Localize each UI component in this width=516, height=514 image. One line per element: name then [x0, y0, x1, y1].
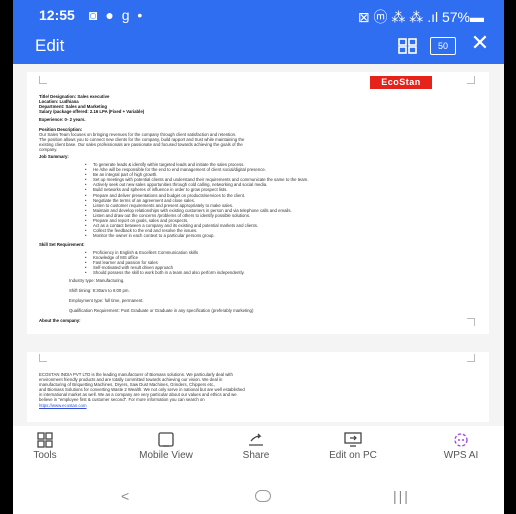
system-nav-bar: < |||	[13, 482, 504, 514]
industry-text: Industry type: Manufacturing.	[69, 278, 125, 283]
margin-mark	[39, 354, 47, 362]
ecostan-logo: EcoStan	[370, 76, 432, 89]
mobile-view-button[interactable]: Mobile View	[126, 432, 206, 461]
top-bar: 12:55 ◙ ● g • ⊠ ⓜ ⁂ ⁂ .ıl 57%▬ Edit 50 ✕	[13, 0, 504, 64]
back-icon[interactable]: <	[121, 488, 129, 504]
wps-ai-label: WPS AI	[443, 450, 479, 461]
status-notification-icons: ◙ ● g •	[89, 7, 145, 23]
wps-ai-button[interactable]: WPS AI	[421, 432, 501, 461]
grid-view-icon[interactable]	[397, 36, 419, 56]
margin-mark	[467, 318, 475, 326]
tools-button[interactable]: Tools	[13, 432, 85, 461]
pd-line: company.	[39, 147, 58, 153]
edit-on-pc-label: Edit on PC	[329, 450, 377, 461]
industry-type: Industry type: Manufacturing.	[69, 278, 124, 283]
document-page-2: ECOSTAN INDIA PVT LTD is the leading man…	[27, 352, 489, 422]
app-frame: 12:55 ◙ ● g • ⊠ ⓜ ⁂ ⁂ .ıl 57%▬ Edit 50 ✕	[13, 0, 504, 514]
job-header: Title/ Designation: Sales executive Loca…	[39, 94, 144, 114]
mobile-view-icon	[126, 432, 206, 450]
summary-list: To generate leads & identify within targ…	[85, 162, 308, 239]
qualification: Qualification Requirement: Post Graduate…	[69, 308, 253, 313]
tools-icon	[13, 432, 85, 450]
summary-heading: Job Summary:	[39, 154, 69, 159]
employment-text: Employment type: full time, permanent.	[69, 298, 144, 303]
about-link[interactable]: https://www.ecostan.com	[39, 403, 245, 408]
skill-heading: Skill Set Requirement:	[39, 242, 85, 247]
edit-on-pc-icon	[313, 432, 393, 450]
job-experience: Experience: 0- 2 years.	[39, 117, 86, 122]
title-bar: Edit 50 ✕	[13, 30, 504, 64]
share-button[interactable]: Share	[216, 432, 296, 461]
status-bar: 12:55 ◙ ● g • ⊠ ⓜ ⁂ ⁂ .ıl 57%▬	[13, 0, 504, 30]
shift-timing: Shift timing: 9:30am to 6:00 pm.	[69, 288, 130, 293]
qualification-text: Qualification Requirement: Post Graduate…	[69, 308, 254, 313]
position-description: Position Description: Our Sales Team foc…	[39, 127, 244, 152]
page-count-button[interactable]: 50	[430, 37, 456, 55]
about-heading: About the company:	[39, 318, 81, 323]
grid-view-svg	[398, 38, 417, 54]
job-salary: Salary /package offered: 2.16 LPA (Fixed…	[39, 109, 145, 115]
tools-label: Tools	[33, 450, 57, 461]
summary-item: Monitor the owner in each context to a p…	[85, 233, 308, 238]
status-time: 12:55	[39, 7, 75, 23]
home-icon[interactable]	[255, 490, 271, 502]
recent-apps-icon[interactable]: |||	[393, 488, 410, 504]
mobile-view-label: Mobile View	[139, 450, 193, 461]
margin-mark	[467, 354, 475, 362]
share-icon	[216, 432, 296, 450]
margin-mark	[467, 76, 475, 84]
wps-ai-icon	[421, 432, 501, 450]
share-label: Share	[242, 450, 270, 461]
status-right-icons: ⊠ ⓜ ⁂ ⁂ .ıl 57%▬	[357, 9, 484, 25]
document-page-1: EcoStan Title/ Designation: Sales execut…	[27, 72, 489, 334]
shift-text: Shift timing: 9:30am to 6:00 pm.	[69, 288, 130, 293]
about-company: ECOSTAN INDIA PVT LTD is the leading man…	[39, 372, 245, 408]
skill-list: Proficiency in English & Excellent Commu…	[85, 250, 245, 276]
close-icon[interactable]: ✕	[469, 30, 491, 55]
bottom-toolbar: Tools Mobile View Share Edit on PC WPS A…	[13, 430, 504, 480]
pd-line: existing client base. Our sales professi…	[39, 142, 243, 148]
document-view[interactable]: EcoStan Title/ Designation: Sales execut…	[13, 64, 504, 426]
margin-mark	[39, 76, 47, 84]
edit-on-pc-button[interactable]: Edit on PC	[313, 432, 393, 461]
skill-item: Should possess the skill to work both in…	[85, 270, 245, 275]
employment-type: Employment type: full time, permanent.	[69, 298, 144, 303]
edit-title[interactable]: Edit	[35, 36, 64, 56]
